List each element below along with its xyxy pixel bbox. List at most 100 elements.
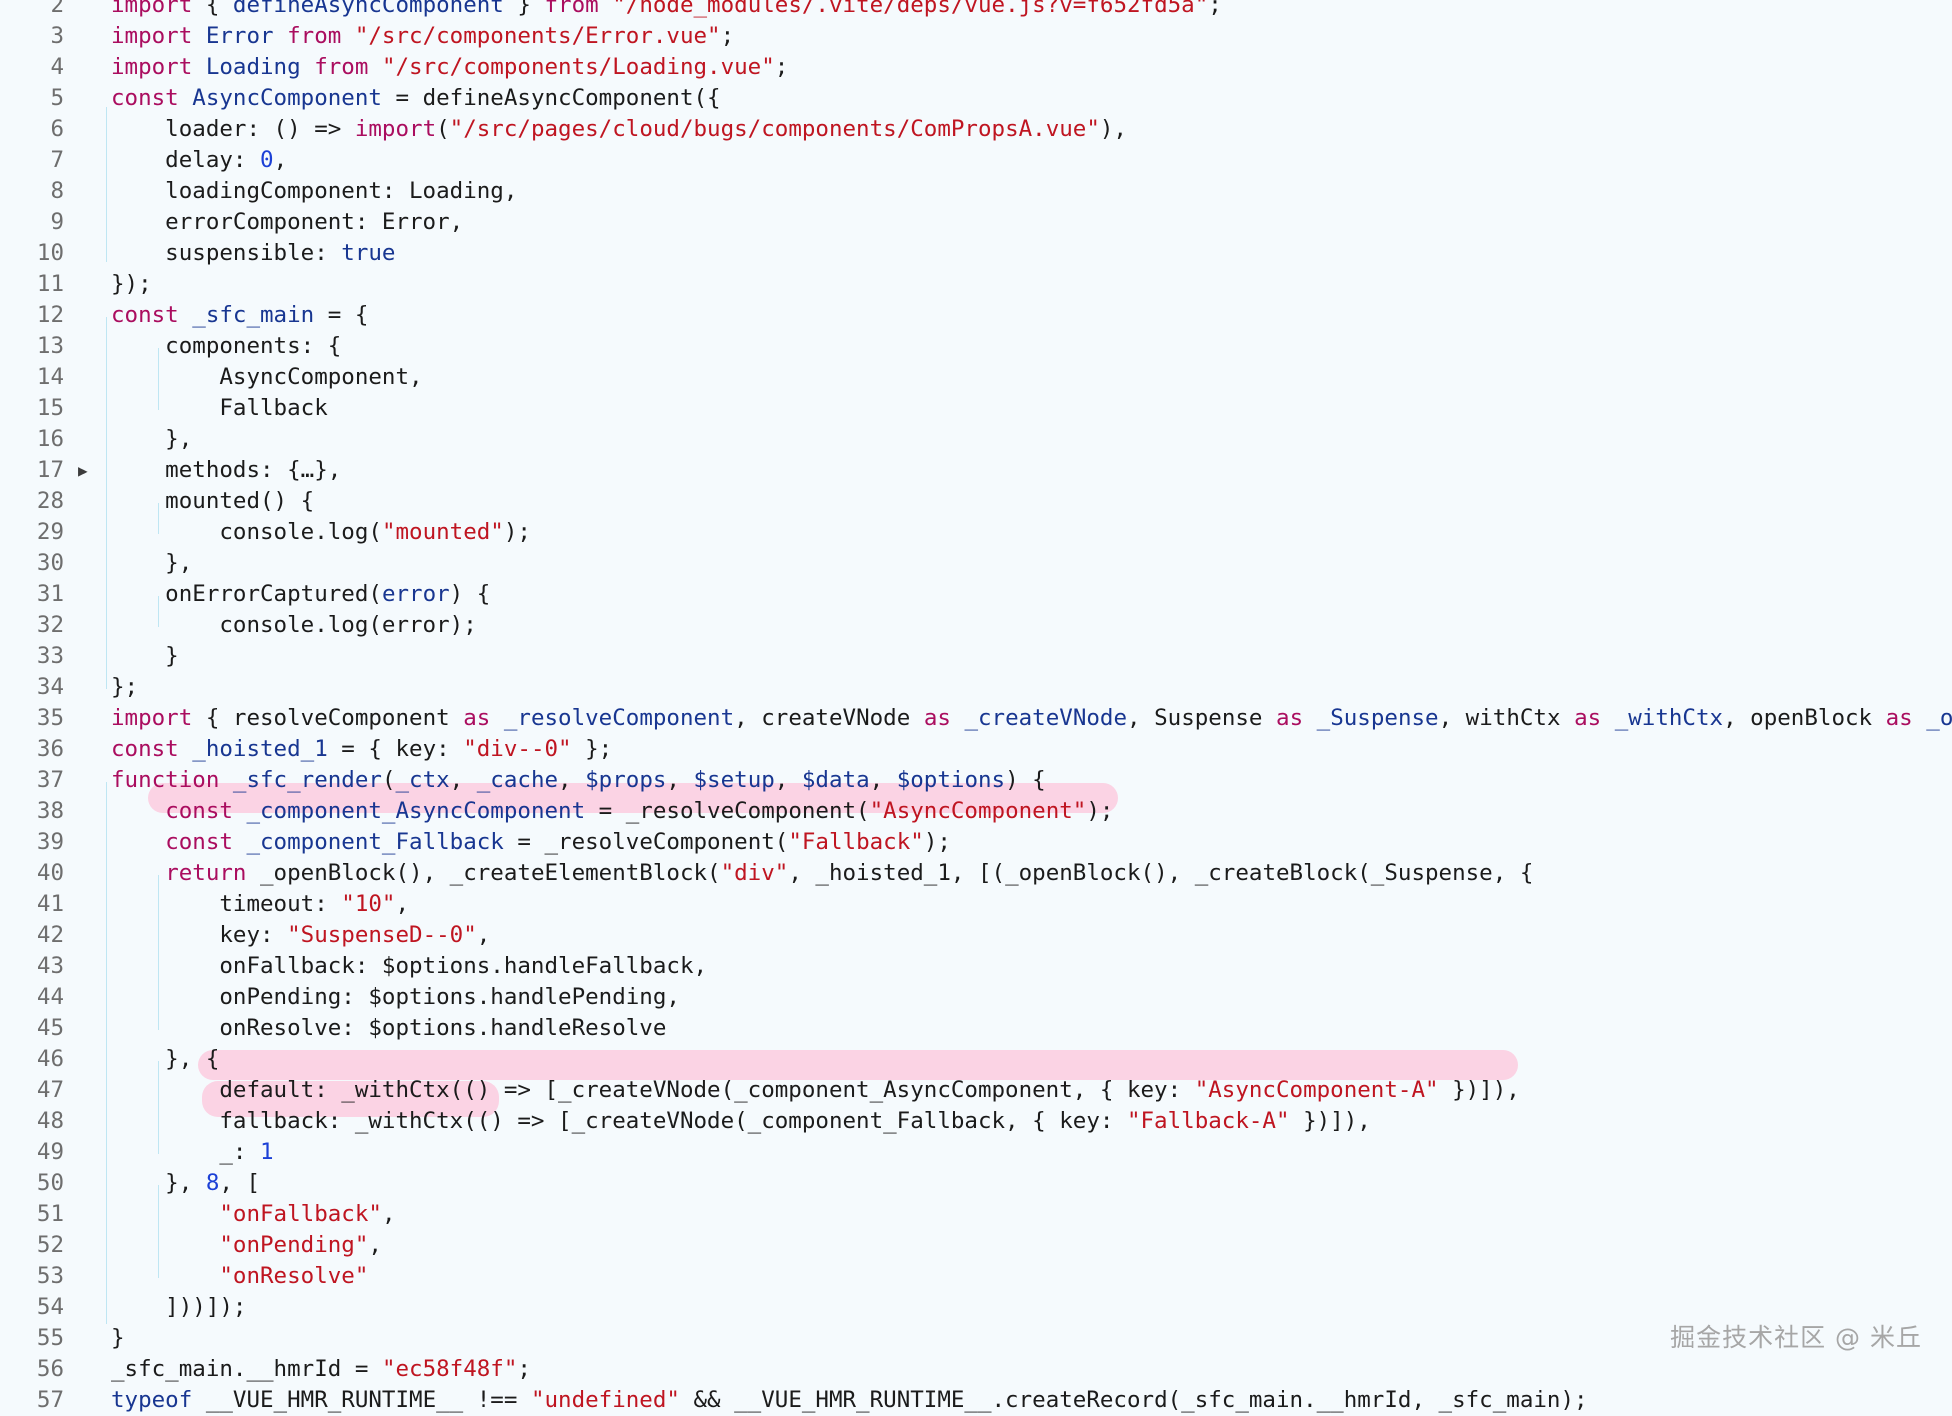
code-line[interactable]: 17 ▶ methods: {…}, [0,455,1952,486]
code-line[interactable]: 2 import { defineAsyncComponent } from "/… [0,0,1952,21]
code-line[interactable]: 36 const _hoisted_1 = { key: "div--0" }; [0,734,1952,765]
code-line[interactable]: 44 onPending: $options.handlePending, [0,982,1952,1013]
code-token: "/src/components/Loading.vue" [381,54,775,80]
code-text: default: _withCtx(() => [_createVNode(_c… [111,1075,1519,1106]
code-text: function _sfc_render(_ctx, _cache, $prop… [111,765,1046,796]
code-line[interactable]: 46 }, { [0,1044,1952,1075]
code-token: default: _withCtx(() => [_createVNode(_c… [111,1077,1195,1103]
code-line[interactable]: 16 }, [0,424,1952,455]
code-line[interactable]: 33 } [0,641,1952,672]
code-line[interactable]: 29 console.log("mounted"); [0,517,1952,548]
code-token: as [1885,705,1913,731]
code-line[interactable]: 47 default: _withCtx(() => [_createVNode… [0,1075,1952,1106]
code-line[interactable]: 38 const _component_AsyncComponent = _re… [0,796,1952,827]
code-line[interactable]: 13 components: { [0,331,1952,362]
code-line[interactable]: 55} [0,1323,1952,1354]
code-line[interactable]: 52 "onPending", [0,1230,1952,1261]
line-number: 11 [36,271,64,297]
code-line[interactable]: 12 const _sfc_main = { [0,300,1952,331]
code-line[interactable]: 45 onResolve: $options.handleResolve [0,1013,1952,1044]
code-token: = { [314,302,369,328]
code-line[interactable]: 14 AsyncComponent, [0,362,1952,393]
code-line[interactable]: 50 }, 8, [ [0,1168,1952,1199]
code-line[interactable]: 49 _: 1 [0,1137,1952,1168]
code-token: _createVNode [964,705,1128,731]
code-token: } [503,0,545,18]
fold-toggle-icon[interactable]: ▶ [78,455,88,486]
code-line[interactable]: 32 console.log(error); [0,610,1952,641]
code-token: const [111,302,179,328]
line-number: 10 [36,240,64,266]
line-number: 50 [36,1170,64,1196]
code-line[interactable]: 3 import Error from "/src/components/Erro… [0,21,1952,52]
code-text: import { resolveComponent as _resolveCom… [111,703,1952,734]
code-token: import [111,54,193,80]
code-token: $setup [693,767,775,793]
code-line[interactable]: 7 delay: 0, [0,145,1952,176]
code-text: }, [111,548,192,579]
code-editor[interactable]: 2 import { defineAsyncComponent } from "/… [0,0,1952,1416]
code-line[interactable]: 40 return _openBlock(), _createElementBl… [0,858,1952,889]
code-line[interactable]: 54 ]))]); [0,1292,1952,1323]
code-line[interactable]: 8 loadingComponent: Loading, [0,176,1952,207]
code-token: ( [381,767,396,793]
code-token: "/node_modules/.vite/deps/vue.js?v=f652f… [612,0,1209,18]
code-line[interactable]: 30 }, [0,548,1952,579]
code-token: _component_AsyncComponent [246,798,586,824]
code-text: import Error from "/src/components/Error… [111,21,734,52]
code-text: const _component_AsyncComponent = _resol… [111,796,1113,827]
code-line[interactable]: 37 function _sfc_render(_ctx, _cache, $pr… [0,765,1952,796]
code-token: _cache [476,767,559,793]
code-token: true [341,240,396,266]
code-line[interactable]: 51 "onFallback", [0,1199,1952,1230]
code-token: const [165,798,233,824]
code-token: _sfc_render [232,767,382,793]
code-line[interactable]: 9 errorComponent: Error, [0,207,1952,238]
code-line[interactable]: 6 loader: () => import("/src/pages/cloud… [0,114,1952,145]
code-token: 8 [205,1170,220,1196]
code-text: }, [111,424,192,455]
code-line[interactable]: 53 "onResolve" [0,1261,1952,1292]
code-token: as [1574,705,1602,731]
code-text: onPending: $options.handlePending, [111,982,680,1013]
code-line[interactable]: 39 const _component_Fallback = _resolveC… [0,827,1952,858]
code-line[interactable]: 15 Fallback [0,393,1952,424]
code-text: const _component_Fallback = _resolveComp… [111,827,951,858]
code-line[interactable]: 10 suspensible: true [0,238,1952,269]
code-line[interactable]: 31 onErrorCaptured(error) { [0,579,1952,610]
code-line[interactable]: 5 const AsyncComponent = defineAsyncCompo… [0,83,1952,114]
code-text: "onFallback", [111,1199,395,1230]
code-text: }; [111,672,138,703]
code-line[interactable]: 35 import { resolveComponent as _resolveC… [0,703,1952,734]
code-token: , openBlock [1723,705,1886,731]
code-token: }, [111,426,193,452]
code-line[interactable]: 28 mounted() { [0,486,1952,517]
code-line[interactable]: 56 _sfc_main.__hmrId = "ec58f48f"; [0,1354,1952,1385]
code-token: , [666,767,694,793]
code-text: }, { [111,1044,219,1075]
code-line[interactable]: 43 onFallback: $options.handleFallback, [0,951,1952,982]
indent-guide [158,596,159,627]
code-line[interactable]: 4 import Loading from "/src/components/Lo… [0,52,1952,83]
code-line[interactable]: 42 key: "SuspenseD--0", [0,920,1952,951]
code-line[interactable]: 57 typeof __VUE_HMR_RUNTIME__ !== "undefi… [0,1385,1952,1416]
code-token: timeout: [111,891,342,917]
code-token: _ctx [395,767,450,793]
code-line[interactable]: 48 fallback: _withCtx(() => [_createVNod… [0,1106,1952,1137]
code-token: "/src/components/Error.vue" [354,23,721,49]
code-line[interactable]: 41 timeout: "10", [0,889,1952,920]
code-line[interactable]: 34}; [0,672,1952,703]
code-token: _resolveComponent [503,705,735,731]
code-line[interactable]: 11}); [0,269,1952,300]
code-token: 1 [260,1139,274,1165]
code-token: } [111,1325,125,1351]
code-token: import [354,116,437,142]
indent-guide [106,317,107,689]
code-text: } [111,641,179,672]
